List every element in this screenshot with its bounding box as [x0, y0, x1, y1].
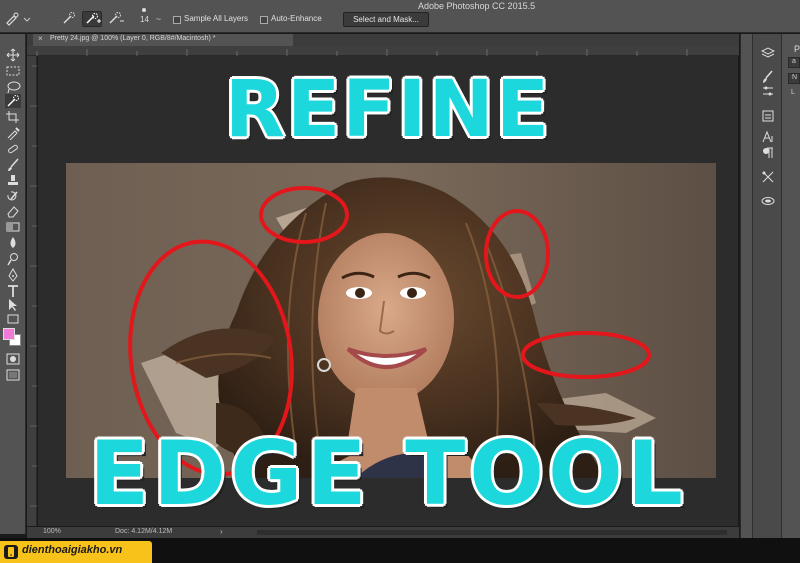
subtract-from-selection-icon[interactable] [106, 11, 124, 27]
shape-icon[interactable] [5, 312, 21, 326]
move-icon[interactable] [5, 48, 21, 62]
options-bar: Adobe Photoshop CC 2015.5 14 ~ Sample Al… [0, 0, 800, 33]
brush-size-value[interactable]: 14 [140, 15, 149, 24]
gradient-icon[interactable] [5, 220, 21, 234]
dodge-icon[interactable] [5, 252, 21, 266]
history-icon[interactable] [761, 109, 775, 123]
ruler-vertical [27, 56, 37, 526]
sample-all-layers-label: Sample All Layers [184, 14, 249, 23]
ruler-horizontal [27, 46, 739, 56]
new-selection-icon[interactable] [60, 11, 78, 27]
tool-preset-picker-icon[interactable] [4, 11, 20, 27]
watermark-text: dienthoaigiakho.vn [22, 544, 123, 556]
quick-mask-icon[interactable] [5, 352, 21, 366]
document-size: Doc: 4.12M/4.12M [115, 528, 173, 535]
paragraph-icon[interactable] [761, 146, 775, 160]
sample-all-layers-checkbox[interactable] [173, 16, 181, 24]
zoom-level[interactable]: 100% [43, 528, 61, 535]
document-canvas[interactable]: REFINE EDGE TOOL [38, 56, 738, 526]
horizontal-scrollbar[interactable] [257, 530, 727, 535]
lasso-icon[interactable] [5, 80, 21, 94]
tool-presets-icon[interactable] [761, 170, 775, 184]
brush-presets-icon[interactable] [761, 70, 775, 84]
add-to-selection-icon[interactable] [82, 11, 102, 27]
close-tab-icon[interactable]: × [38, 34, 43, 43]
auto-enhance-checkbox[interactable] [260, 16, 268, 24]
select-and-mask-button[interactable]: Select and Mask... [343, 12, 429, 27]
panel-field-b[interactable]: N [788, 73, 800, 84]
watermark-badge: dienthoaigiakho.vn [0, 541, 152, 563]
type-icon[interactable] [5, 284, 21, 298]
document-tab[interactable]: × Pretty 24.jpg @ 100% (Layer 0, RGB/8#/… [33, 34, 293, 46]
history-brush-icon[interactable] [5, 190, 21, 204]
pen-icon[interactable] [5, 268, 21, 282]
panel-label-l: L [791, 89, 795, 96]
healing-icon[interactable] [5, 142, 21, 156]
marquee-icon[interactable] [5, 64, 21, 78]
app-title: Adobe Photoshop CC 2015.5 [418, 1, 536, 11]
document-tab-title: Pretty 24.jpg @ 100% (Layer 0, RGB/8#/Ma… [50, 35, 216, 42]
blur-icon[interactable] [5, 236, 21, 250]
adjustments-icon[interactable] [761, 84, 775, 98]
tools-panel [0, 34, 26, 534]
libraries-icon[interactable] [761, 194, 775, 208]
brush-size-dropdown[interactable]: ~ [156, 14, 161, 24]
headline-refine: REFINE [224, 65, 552, 155]
eyedropper-icon[interactable] [5, 126, 21, 140]
crop-icon[interactable] [5, 110, 21, 124]
eraser-icon[interactable] [5, 204, 21, 218]
collapsed-panels-strip [752, 34, 782, 538]
auto-enhance-label: Auto-Enhance [271, 14, 322, 23]
headline-edge-tool: EDGE TOOL [89, 422, 687, 525]
watermark-logo-icon [4, 545, 18, 559]
status-bar: 100% Doc: 4.12M/4.12M › [27, 527, 739, 538]
chevron-down-icon[interactable] [23, 11, 31, 27]
clone-stamp-icon[interactable] [5, 174, 21, 188]
brush-size-dot-icon[interactable] [139, 6, 149, 14]
quick-selection-icon[interactable] [5, 94, 21, 108]
brush-icon[interactable] [5, 158, 21, 172]
panel-header-label: P [794, 44, 800, 54]
layers-icon[interactable] [761, 46, 775, 60]
foreground-color-swatch[interactable] [3, 328, 15, 340]
character-icon[interactable] [761, 130, 775, 144]
status-menu-arrow-icon[interactable]: › [220, 527, 223, 536]
screen-mode-icon[interactable] [5, 368, 21, 382]
panel-field-a[interactable]: a [788, 57, 800, 68]
path-selection-icon[interactable] [5, 298, 21, 312]
